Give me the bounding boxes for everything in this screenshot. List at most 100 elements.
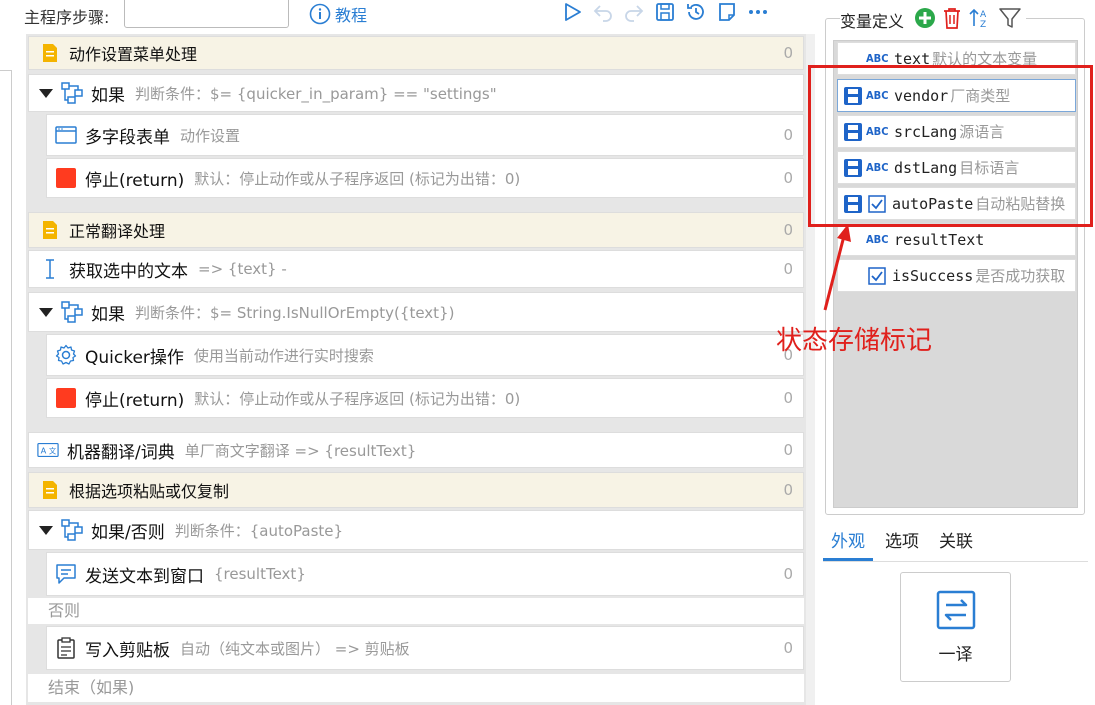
collapse-toggle-icon[interactable]: [39, 525, 53, 535]
step-title: 发送文本到窗口: [85, 566, 204, 587]
step-subtitle: 默认：停止动作或从子程序返回 (标记为出错：0): [194, 389, 521, 408]
add-icon[interactable]: [914, 7, 936, 33]
note-icon: [39, 42, 61, 64]
main-steps-label: 主程序步骤:: [24, 8, 110, 27]
step-subtitle: 判断条件：$= String.IsNullOrEmpty({text}): [135, 303, 455, 322]
svg-text:A: A: [41, 446, 47, 456]
more-icon[interactable]: [746, 0, 770, 24]
step-write-clipboard[interactable]: 写入剪贴板 自动（纯文本或图片） => 剪贴板 0: [46, 626, 804, 670]
step-note-translate[interactable]: 正常翻译处理 0: [28, 212, 804, 248]
sort-icon[interactable]: AZ: [968, 6, 992, 34]
step-quicker-operation[interactable]: Quicker操作 使用当前动作进行实时搜索 0: [46, 334, 804, 376]
tab-association[interactable]: 关联: [931, 528, 981, 561]
translate-swap-icon: [936, 590, 976, 634]
tutorial-link[interactable]: 教程: [309, 2, 367, 26]
svg-text:Z: Z: [980, 20, 986, 30]
save-icon[interactable]: [653, 0, 677, 24]
annotation-label: 状态存储标记: [776, 326, 933, 356]
step-count: 0: [783, 389, 793, 407]
annotation-arrow: [823, 224, 851, 311]
step-subtitle: 单厂商文字翻译 => {resultText}: [184, 441, 417, 460]
step-subtitle: 使用当前动作进行实时搜索: [193, 346, 374, 365]
step-title: 获取选中的文本: [69, 261, 188, 282]
toolbar-icons: [560, 0, 770, 24]
step-note-settings[interactable]: 动作设置菜单处理 0: [28, 36, 804, 70]
variable-name: resultText: [894, 230, 985, 249]
step-note-paste[interactable]: 根据选项粘贴或仅复制 0: [28, 472, 804, 508]
highlight-box: [808, 65, 1093, 227]
step-title: 多字段表单: [85, 127, 170, 148]
undo-icon[interactable]: [591, 0, 615, 24]
variable-description: 是否成功获取: [975, 267, 1066, 285]
branch-icon: [61, 519, 83, 541]
step-title: 机器翻译/词典: [67, 442, 175, 463]
step-stop-return[interactable]: 停止(return) 默认：停止动作或从子程序返回 (标记为出错：0) 0: [46, 378, 804, 418]
message-icon: [55, 563, 77, 585]
step-count: 0: [783, 169, 793, 187]
variable-item-resulttext[interactable]: ABC resultText: [837, 223, 1076, 256]
else-label: 否则: [28, 598, 804, 624]
note-icon[interactable]: [715, 0, 739, 24]
note-icon: [39, 479, 61, 501]
step-if-settings[interactable]: 如果 判断条件：$= {quicker_in_param} == "settin…: [28, 74, 804, 112]
tutorial-label: 教程: [335, 6, 368, 25]
stop-icon: [55, 167, 77, 189]
collapse-toggle-icon[interactable]: [39, 307, 53, 317]
step-subtitle: 判断条件：{autoPaste}: [174, 521, 344, 540]
step-stop-return[interactable]: 停止(return) 默认：停止动作或从子程序返回 (标记为出错：0) 0: [46, 158, 804, 198]
step-count: 0: [783, 44, 793, 62]
filter-icon[interactable]: [998, 6, 1022, 34]
action-appearance-card[interactable]: 一译: [900, 572, 1011, 682]
step-title: Quicker操作: [85, 347, 184, 368]
step-subtitle: 自动（纯文本或图片） => 剪贴板: [180, 639, 410, 658]
step-title: 停止(return): [85, 170, 185, 191]
variables-header: 变量定义 AZ: [840, 6, 1027, 34]
redo-icon[interactable]: [622, 0, 646, 24]
svg-text:文: 文: [49, 447, 57, 456]
step-title: 根据选项粘贴或仅复制: [69, 482, 230, 501]
steps-list[interactable]: 动作设置菜单处理 0 如果 判断条件：$= {quicker_in_param}…: [26, 34, 814, 705]
step-title: 动作设置菜单处理: [69, 45, 198, 64]
collapse-toggle-icon[interactable]: [39, 88, 53, 98]
step-count: 0: [783, 565, 793, 583]
tab-appearance[interactable]: 外观: [823, 528, 873, 561]
info-icon: [309, 3, 331, 25]
branch-icon: [61, 301, 83, 323]
step-send-text-to-window[interactable]: 发送文本到窗口 {resultText} 0: [46, 552, 804, 596]
step-title: 如果: [91, 85, 125, 106]
step-title: 如果/否则: [91, 522, 165, 543]
tab-options[interactable]: 选项: [877, 528, 927, 561]
left-panel-edge: [0, 70, 12, 705]
step-get-selected-text[interactable]: 获取选中的文本 => {text} - 0: [28, 250, 804, 288]
translate-icon: A文: [37, 439, 59, 461]
stop-icon: [55, 387, 77, 409]
bool-type-icon: [868, 266, 886, 285]
step-count: 0: [783, 441, 793, 459]
step-input[interactable]: [124, 0, 289, 28]
step-machine-translate[interactable]: A文 机器翻译/词典 单厂商文字翻译 => {resultText} 0: [28, 432, 804, 468]
form-icon: [55, 124, 77, 146]
variable-name: isSuccess: [892, 266, 974, 285]
step-title: 停止(return): [85, 390, 185, 411]
action-name: 一译: [938, 644, 973, 665]
step-if-empty[interactable]: 如果 判断条件：$= String.IsNullOrEmpty({text}): [28, 292, 804, 332]
step-subtitle: 判断条件：$= {quicker_in_param} == "settings": [135, 84, 497, 103]
history-icon[interactable]: [684, 0, 708, 24]
step-multi-field-form[interactable]: 多字段表单 动作设置 0: [46, 114, 804, 156]
step-count: 0: [783, 221, 793, 239]
note-icon: [39, 219, 61, 241]
step-if-else-autopaste[interactable]: 如果/否则 判断条件：{autoPaste}: [28, 510, 804, 550]
delete-icon[interactable]: [942, 7, 962, 33]
step-subtitle: 动作设置: [180, 126, 241, 145]
string-type-icon: ABC: [866, 233, 889, 246]
step-count: 0: [783, 639, 793, 657]
step-count: 0: [783, 481, 793, 499]
step-title: 写入剪贴板: [85, 640, 170, 661]
properties-tabs: 外观 选项 关联: [823, 528, 1088, 562]
variable-item-issuccess[interactable]: isSuccess 是否成功获取: [837, 259, 1076, 292]
play-icon[interactable]: [560, 0, 584, 24]
step-title: 正常翻译处理: [69, 222, 166, 241]
toolbar: 主程序步骤: 教程: [0, 0, 815, 28]
end-if-label: 结束（如果): [28, 674, 804, 702]
step-count: 0: [783, 260, 793, 278]
